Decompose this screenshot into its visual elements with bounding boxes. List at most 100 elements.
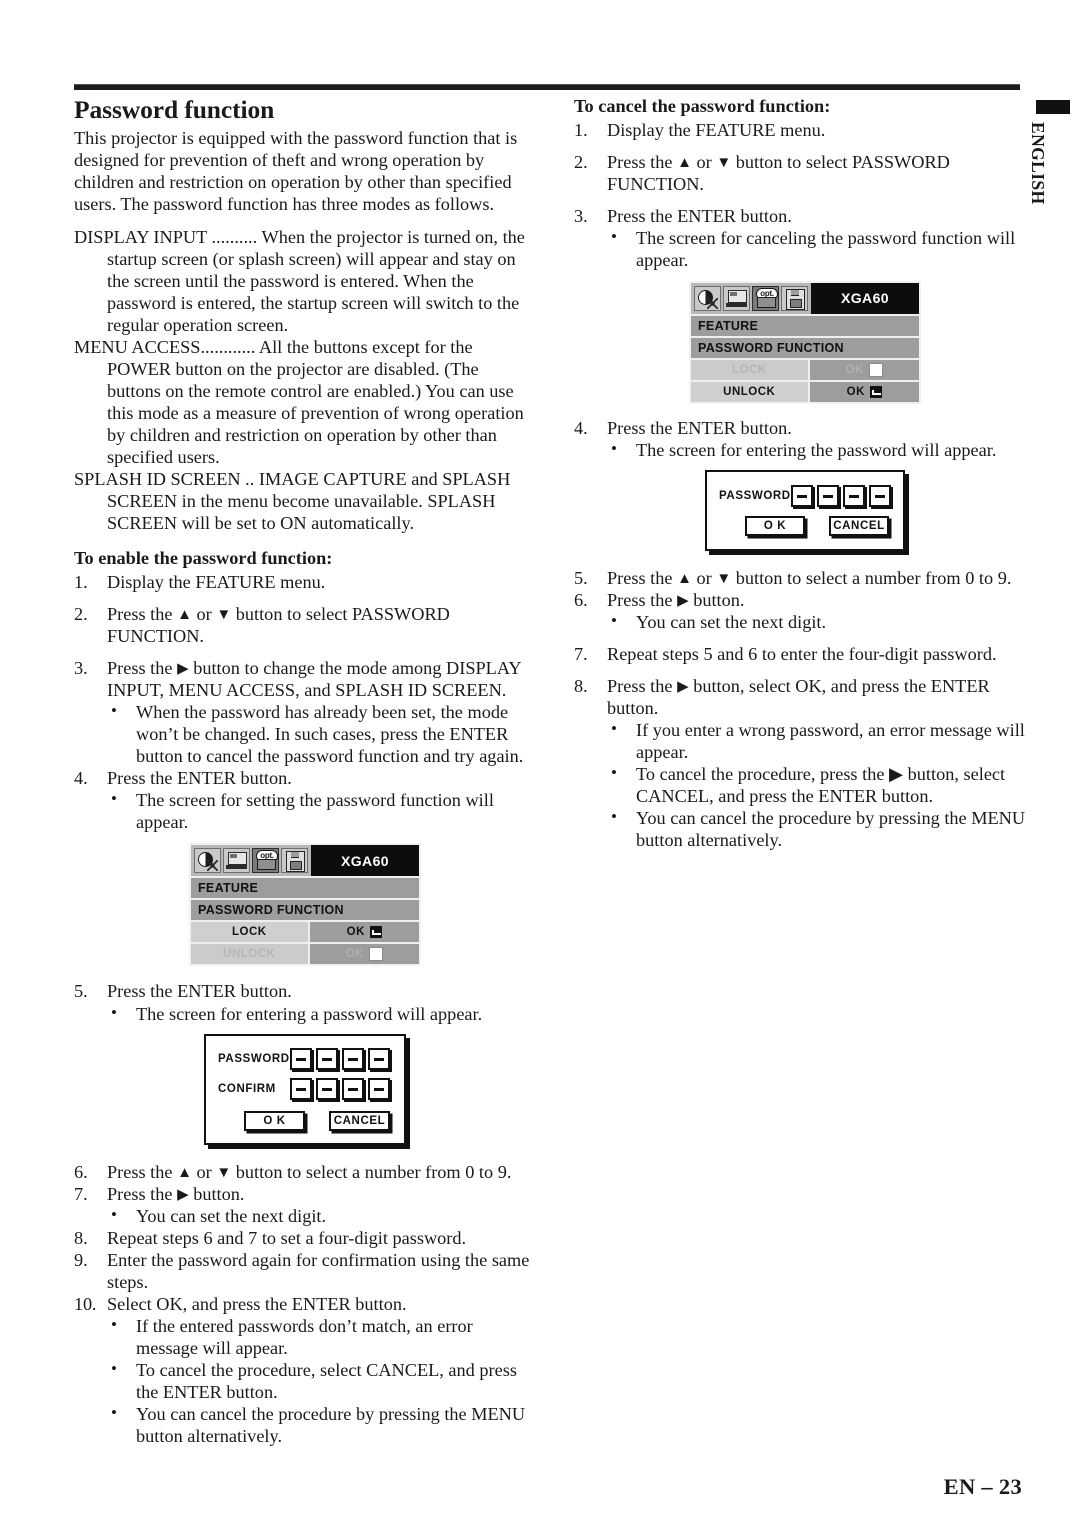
- osd-lock-screenshot: opt. XGA60 FEATURE PASSWORD FUNCTION LOC…: [189, 843, 421, 967]
- bullet-dot-icon: •: [111, 1314, 117, 1334]
- step-text: Select OK, and press the ENTER button.: [107, 1293, 407, 1314]
- step-text-before: Press the: [607, 567, 678, 588]
- osd-unlock-screenshot: opt. XGA60 FEATURE PASSWORD FUNCTION LOC…: [689, 280, 921, 404]
- bullet-item: • You can cancel the procedure by pressi…: [107, 1403, 536, 1447]
- step-item: 7. Repeat steps 5 and 6 to enter the fou…: [574, 643, 1036, 665]
- osd-row-value: OK: [809, 381, 919, 402]
- digit-box[interactable]: [842, 484, 865, 507]
- confirm-row: CONFIRM: [218, 1077, 390, 1100]
- bullet-dot-icon: •: [111, 1002, 117, 1022]
- cancel-steps-list: 1. Display the FEATURE menu. 2. Press th…: [574, 119, 1036, 271]
- osd-ok-label: OK: [845, 363, 864, 376]
- enter-glyph-icon: [869, 385, 882, 398]
- down-arrow-icon: ▼: [216, 607, 232, 624]
- bullet-text: The screen for setting the password func…: [136, 790, 494, 833]
- cancel-password-heading: To cancel the password function:: [574, 96, 831, 116]
- mode-menu-access: MENU ACCESS............ All the buttons …: [74, 336, 536, 468]
- up-arrow-icon: ▲: [177, 607, 192, 624]
- step-number: 3.: [74, 658, 88, 679]
- step-item: 8. Press the ▶ button, select OK, and pr…: [574, 675, 1036, 851]
- step-number: 1.: [574, 119, 588, 140]
- mode-term: MENU ACCESS............: [74, 336, 256, 357]
- digit-box[interactable]: [816, 484, 839, 507]
- osd-ok-label: OK: [846, 385, 865, 398]
- step-bullets: • The screen for entering a password wil…: [107, 1003, 536, 1025]
- step-bullets: • The screen for entering the password w…: [607, 439, 1036, 461]
- osd-row-label: UNLOCK: [191, 944, 310, 965]
- digit-box[interactable]: [316, 1077, 338, 1100]
- right-arrow-icon: ▶: [177, 1186, 189, 1203]
- cancel-button[interactable]: CANCEL: [329, 1110, 390, 1131]
- step-text-before: Press the: [607, 590, 678, 610]
- language-tab-marker: [1036, 100, 1070, 114]
- step-bullets: • You can set the next digit.: [107, 1205, 536, 1227]
- blank-glyph-icon: [368, 947, 383, 962]
- bullet-text: If you enter a wrong password, an error …: [636, 720, 1025, 763]
- password-label: PASSWORD: [218, 1052, 290, 1065]
- password-digit-group[interactable]: [790, 484, 891, 507]
- digit-box[interactable]: [342, 1047, 364, 1070]
- page-number: EN – 23: [943, 1474, 1022, 1499]
- step-number: 6.: [574, 590, 588, 610]
- digit-box[interactable]: [790, 484, 813, 507]
- password-row: PASSWORD: [719, 484, 891, 507]
- bullet-text: To cancel the procedure, select CANCEL, …: [136, 1360, 517, 1403]
- confirm-digit-group[interactable]: [290, 1077, 390, 1100]
- osd-row-lock[interactable]: LOCK OK: [691, 357, 919, 380]
- step-number: 9.: [74, 1249, 88, 1270]
- contrast-icon: [194, 848, 221, 874]
- cancel-button[interactable]: CANCEL: [829, 515, 889, 536]
- step-text-mid: or: [691, 151, 717, 172]
- osd-row-value: OK: [809, 359, 919, 380]
- step-text: Enter the password again for confirmatio…: [107, 1249, 530, 1292]
- ok-button[interactable]: O K: [244, 1110, 305, 1131]
- step-text-after: button.: [688, 590, 745, 610]
- down-arrow-icon: ▼: [716, 154, 732, 171]
- down-arrow-icon: ▼: [216, 1164, 232, 1181]
- enable-password-heading: To enable the password function:: [74, 548, 333, 569]
- step-item: 2. Press the ▲ or ▼ button to select PAS…: [74, 603, 536, 647]
- step-text: Press the ENTER button.: [607, 417, 792, 438]
- blank-glyph-icon: [868, 362, 883, 377]
- step-number: 3.: [574, 205, 588, 226]
- step-item: 4. Press the ENTER button. • The screen …: [574, 417, 1036, 461]
- digit-box[interactable]: [368, 1047, 390, 1070]
- bullet-item: • When the password has already been set…: [107, 701, 536, 767]
- step-text: Press the ENTER button.: [107, 768, 292, 789]
- left-column: Password function This projector is equi…: [74, 95, 536, 1447]
- step-bullets: • You can set the next digit.: [607, 611, 1036, 633]
- osd-ok-label: OK: [345, 948, 364, 961]
- step-text: Repeat steps 5 and 6 to enter the four-d…: [607, 644, 997, 665]
- osd-row-lock[interactable]: LOCK OK: [191, 920, 419, 943]
- confirm-label: CONFIRM: [218, 1082, 276, 1095]
- digit-box[interactable]: [290, 1047, 312, 1070]
- bullet-item: • The screen for setting the password fu…: [107, 789, 536, 833]
- osd-row-unlock[interactable]: UNLOCK OK: [691, 379, 919, 402]
- bullet-item: • You can set the next digit.: [107, 1205, 536, 1227]
- password-digit-group[interactable]: [290, 1047, 390, 1070]
- osd-row-unlock[interactable]: UNLOCK OK: [191, 942, 419, 965]
- step-item: 1. Display the FEATURE menu.: [574, 119, 1036, 141]
- digit-box[interactable]: [368, 1077, 390, 1100]
- step-number: 7.: [574, 644, 588, 665]
- bullet-text: You can set the next digit.: [636, 612, 827, 633]
- bullet-text: You can cancel the procedure by pressing…: [136, 1404, 526, 1447]
- bullet-text: When the password has already been set, …: [136, 702, 524, 767]
- step-item: 3. Press the ENTER button. • The screen …: [574, 205, 1036, 271]
- intro-paragraph: This projector is equipped with the pass…: [74, 127, 518, 214]
- osd-row-label: UNLOCK: [691, 381, 810, 402]
- bullet-text: The screen for entering a password will …: [136, 1003, 483, 1024]
- digit-box[interactable]: [868, 484, 891, 507]
- ok-button[interactable]: O K: [745, 515, 805, 536]
- step-number: 7.: [74, 1183, 88, 1204]
- digit-box[interactable]: [290, 1077, 312, 1100]
- bullet-text: If the entered passwords don’t match, an…: [136, 1315, 473, 1358]
- mode-term: DISPLAY INPUT ..........: [74, 226, 258, 247]
- digit-box[interactable]: [342, 1077, 364, 1100]
- page-title: Password function: [74, 95, 275, 124]
- step-text-after: button to select a number from 0 to 9.: [231, 1161, 512, 1182]
- step-number: 4.: [574, 417, 588, 438]
- step-text-before: Press the: [107, 1183, 178, 1204]
- digit-box[interactable]: [316, 1047, 338, 1070]
- osd-signal-label: XGA60: [841, 290, 889, 307]
